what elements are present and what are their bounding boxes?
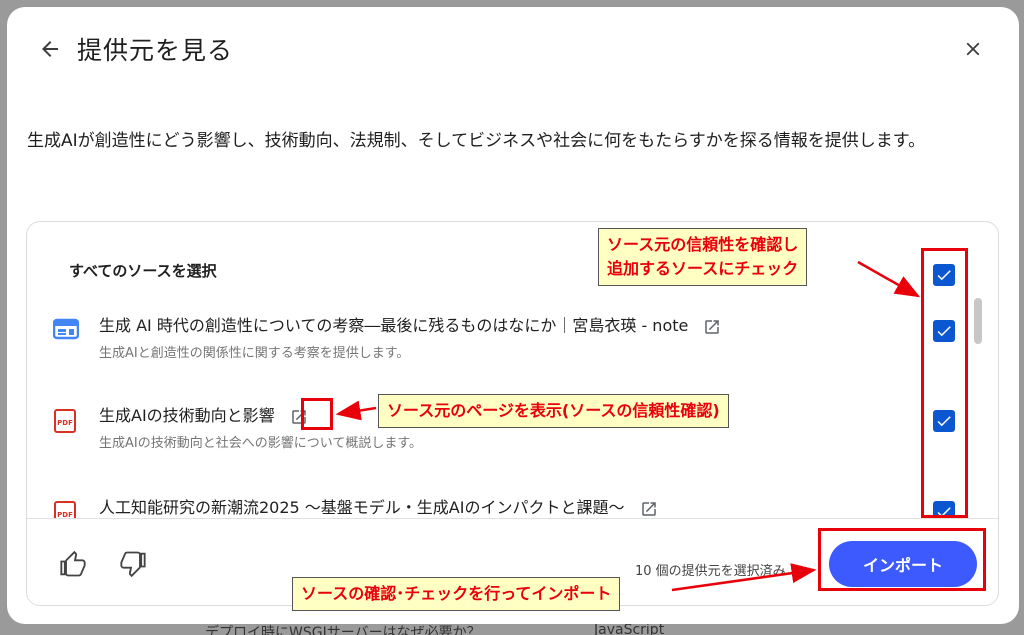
sources-description: 生成AIが創造性にどう影響し、技術動向、法規制、そしてビジネスや社会に何をもたら…: [27, 131, 926, 151]
dialog-title: 提供元を見る: [77, 36, 234, 65]
source-description: 生成AIと創造性の関係性に関する考察を提供します。: [99, 346, 410, 361]
select-all-label: すべてのソースを選択: [69, 262, 217, 280]
open-in-new-icon[interactable]: [290, 408, 308, 426]
selected-count: 10 個の提供元を選択済み: [635, 564, 786, 579]
check-icon: [937, 326, 951, 337]
scrollbar-thumb[interactable]: [974, 298, 982, 344]
source-title: 生成AIの技術動向と影響: [99, 402, 308, 426]
source-title-text: 人工知能研究の新潮流2025 〜基盤モデル・生成AIのインパクトと課題〜: [99, 498, 625, 517]
svg-text:PDF: PDF: [57, 419, 73, 427]
open-in-new-icon[interactable]: [703, 318, 721, 336]
import-button[interactable]: インポート: [829, 541, 977, 587]
back-arrow-icon[interactable]: [33, 32, 67, 66]
select-all-checkbox[interactable]: [933, 264, 955, 286]
link-callout: ソース元のページを表示(ソースの信頼性確認): [378, 394, 729, 428]
web-page-icon: [52, 318, 80, 344]
source-checkbox[interactable]: [933, 320, 955, 342]
source-title: 人工知能研究の新潮流2025 〜基盤モデル・生成AIのインパクトと課題〜: [99, 494, 658, 518]
dialog-header: 提供元を見る: [7, 7, 1019, 87]
close-icon[interactable]: [957, 33, 989, 65]
source-title: 生成 AI 時代の創造性についての考察―最後に残るものはなにか｜宮島衣瑛 - n…: [99, 312, 721, 336]
thumbs-down-icon[interactable]: [115, 545, 151, 581]
check-icon: [937, 416, 951, 427]
pdf-icon: PDF: [53, 408, 79, 434]
open-in-new-icon[interactable]: [640, 500, 658, 518]
checkbox-callout: ソース元の信頼性を確認し 追加するソースにチェック: [598, 228, 808, 286]
source-title-text: 生成 AI 時代の創造性についての考察―最後に残るものはなにか｜宮島衣瑛 - n…: [99, 316, 689, 335]
source-title-text: 生成AIの技術動向と影響: [99, 406, 275, 425]
view-sources-dialog: 提供元を見る 生成AIが創造性にどう影響し、技術動向、法規制、そしてビジネスや社…: [7, 7, 1019, 624]
import-callout: ソースの確認･チェックを行ってインポート: [292, 577, 621, 611]
source-item: 生成 AI 時代の創造性についての考察―最後に残るものはなにか｜宮島衣瑛 - n…: [27, 312, 927, 372]
check-icon: [937, 270, 951, 281]
source-checkbox[interactable]: [933, 410, 955, 432]
thumbs-up-icon[interactable]: [55, 547, 91, 583]
source-description: 生成AIの技術動向と社会への影響について概説します。: [99, 436, 423, 451]
